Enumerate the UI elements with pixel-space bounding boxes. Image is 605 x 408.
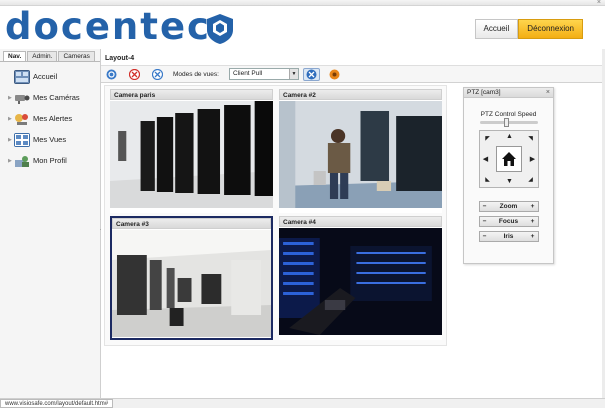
stop-all-button[interactable] — [127, 68, 141, 81]
arrow-up-left-icon[interactable]: ◤ — [483, 134, 493, 144]
camera-feed-image — [112, 230, 271, 337]
camera-title: Camera #2 — [279, 89, 442, 100]
ptz-speed-slider[interactable] — [479, 118, 538, 127]
brand-shield-icon — [207, 14, 233, 44]
sidebar-item-label: Accueil — [33, 72, 58, 81]
sidebar-item-cameras[interactable]: ▶ Mes Caméras — [0, 87, 100, 108]
sidebar-item-label: Mes Alertes — [33, 114, 73, 123]
tab-nav[interactable]: Nav. — [3, 51, 27, 61]
view-mode-select[interactable]: Client Pull ▼ — [229, 68, 299, 80]
ptz-header: PTZ [cam3] × — [464, 88, 553, 98]
profile-icon — [15, 155, 29, 167]
tab-cameras[interactable]: Cameras — [58, 51, 95, 61]
sidebar-item-label: Mon Profil — [33, 156, 67, 165]
sidebar-item-vues[interactable]: ▶ Mes Vues — [0, 129, 100, 150]
camera-feed-image — [279, 228, 442, 335]
home-button[interactable]: Accueil — [474, 19, 519, 39]
modes-label: Modes de vues: — [173, 71, 219, 78]
focus-minus-button[interactable]: − — [480, 217, 490, 226]
camera-title: Camera #3 — [112, 218, 271, 229]
ptz-title: PTZ [cam3] — [467, 89, 501, 96]
brand-logo-text: docentec — [5, 5, 211, 48]
sidebar-tabs: Nav. Admin. Cameras — [0, 49, 100, 62]
zoom-label: Zoom — [499, 203, 518, 210]
sidebar-item-profil[interactable]: ▶ Mon Profil — [0, 150, 100, 171]
dashboard-icon — [14, 69, 30, 84]
home-position-button[interactable] — [495, 146, 522, 172]
ptz-panel: PTZ [cam3] × PTZ Control Speed ▲ ▼ ◀ ▶ ◤… — [463, 87, 554, 264]
iris-minus-button[interactable]: − — [480, 232, 490, 241]
gear-icon — [329, 69, 339, 80]
arrow-left-icon[interactable]: ◀ — [481, 155, 491, 165]
alert-icon — [15, 113, 28, 125]
status-bar: www.visiosafe.com/layout/default.htm# — [0, 398, 605, 408]
view-mode-value: Client Pull — [233, 70, 263, 77]
ptz-speed-label: PTZ Control Speed — [480, 111, 537, 118]
zoom-minus-button[interactable]: − — [480, 202, 490, 211]
sidebar-item-label: Mes Vues — [33, 135, 67, 144]
camera-grid: Camera paris Camera #2 Camera #3 Camera … — [104, 85, 447, 346]
slider-thumb[interactable] — [503, 118, 509, 127]
arrow-down-icon[interactable]: ▼ — [505, 177, 515, 187]
ptz-direction-pad: ▲ ▼ ◀ ▶ ◤ ◥ ◣ ◢ — [478, 130, 539, 188]
fullscreen-button[interactable] — [150, 68, 164, 81]
sidebar-item-accueil[interactable]: Accueil — [0, 66, 100, 87]
nav-list: Accueil ▶ Mes Caméras ▶ Mes Alertes ▶ Me… — [0, 62, 100, 171]
chevron-down-icon: ▼ — [289, 69, 298, 79]
app-window: × docentec Accueil Déconnexion Nav. Admi… — [0, 0, 605, 408]
ptz-focus-control: − Focus + — [478, 216, 539, 227]
zoom-plus-button[interactable]: + — [528, 202, 538, 211]
sidebar-item-alertes[interactable]: ▶ Mes Alertes — [0, 108, 100, 129]
camera-feed-image — [110, 101, 273, 208]
arrow-down-left-icon[interactable]: ◣ — [483, 175, 493, 185]
status-url: www.visiosafe.com/layout/default.htm# — [0, 399, 114, 408]
camera-tile-3[interactable]: Camera #3 — [110, 216, 273, 340]
stop-icon — [128, 69, 140, 80]
arrow-down-right-icon[interactable]: ◢ — [526, 175, 536, 185]
camera-feed-image — [279, 101, 442, 208]
ptz-zoom-control: − Zoom + — [478, 201, 539, 212]
camera-tile-2[interactable]: Camera #2 — [279, 89, 442, 213]
close-icon[interactable]: × — [546, 88, 550, 98]
refresh-icon — [106, 69, 116, 80]
ptz-iris-control: − Iris + — [478, 231, 539, 242]
layout-title: Layout-4 — [105, 55, 135, 62]
arrow-up-icon[interactable]: ▲ — [505, 132, 515, 142]
arrow-up-right-icon[interactable]: ◥ — [526, 134, 536, 144]
focus-label: Focus — [498, 218, 519, 225]
camera-tile-1[interactable]: Camera paris — [110, 89, 273, 213]
toolbar: Modes de vues: Client Pull ▼ — [101, 66, 605, 83]
grid-view-icon — [14, 132, 30, 147]
home-icon — [501, 152, 516, 166]
main-area: Layout-4 Modes de vues: Client Pull ▼ Ca… — [101, 49, 605, 398]
settings-button[interactable] — [327, 68, 341, 81]
refresh-button[interactable] — [104, 68, 118, 81]
left-panel: Nav. Admin. Cameras Accueil ▶ Mes Caméra… — [0, 49, 103, 398]
iris-plus-button[interactable]: + — [528, 232, 538, 241]
logout-button[interactable]: Déconnexion — [518, 19, 583, 39]
expand-icon — [151, 69, 163, 80]
layout-icon — [306, 69, 317, 80]
focus-plus-button[interactable]: + — [528, 217, 538, 226]
camera-icon — [15, 94, 30, 104]
layout-selector-button[interactable] — [303, 68, 320, 81]
camera-title: Camera paris — [110, 89, 273, 100]
camera-title: Camera #4 — [279, 216, 442, 227]
camera-tile-4[interactable]: Camera #4 — [279, 216, 442, 340]
sidebar-item-label: Mes Caméras — [33, 93, 80, 102]
arrow-right-icon[interactable]: ▶ — [528, 155, 538, 165]
header: docentec Accueil Déconnexion — [0, 6, 605, 49]
tab-admin[interactable]: Admin. — [27, 51, 58, 61]
iris-label: Iris — [503, 233, 514, 240]
